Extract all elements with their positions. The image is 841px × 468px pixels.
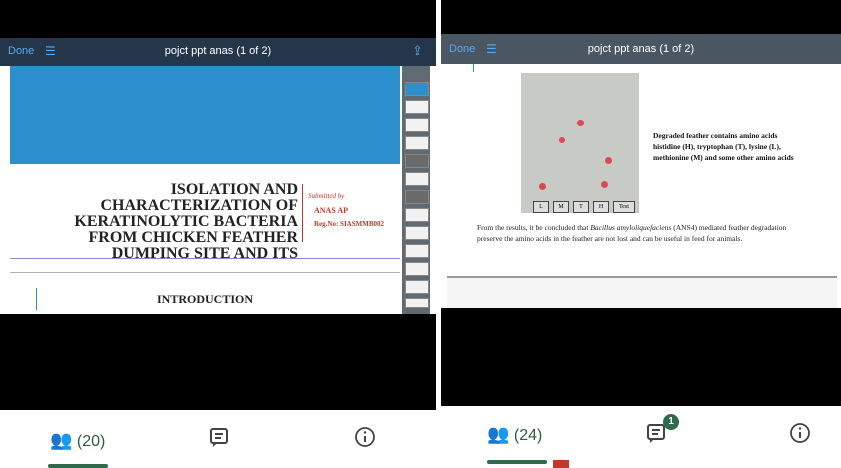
conclusion-text: From the results, it be concluded that B… [477,222,837,244]
slide-thumbnail[interactable] [405,136,429,150]
slide-separator [10,272,400,273]
result-caption: Degraded feather contains amino acids hi… [653,130,837,163]
caption-line: histidine (H), tryptophan (T), lysine (L… [653,142,781,151]
title-line: CHARACTERIZATION OF [100,197,299,214]
lane-label: T [573,201,589,213]
lane-label: Test [613,201,635,213]
slide-title: ISOLATION AND CHARACTERIZATION OF KERATI… [10,180,299,259]
status-area [0,0,436,38]
slide-thumbnail[interactable] [405,298,429,308]
lane-label: L [533,201,549,213]
panel-divider [436,0,441,468]
next-slide-preview [447,278,837,308]
participants-button[interactable]: 👥 (20) [50,430,105,451]
title-line: KERATINOLYTIC BACTERIA [74,213,298,230]
participants-count: (20) [76,433,106,450]
left-meeting-view: Done ☰ pojct ppt anas (1 of 2) ⇪ ISOLATI… [0,0,436,468]
document-title: pojct ppt anas (1 of 2) [587,43,695,55]
right-meeting-view: Done ☰ pojct ppt anas (1 of 2) L M T H T… [441,0,841,468]
submitted-by-label: Submitted by [308,192,345,200]
title-line: DUMPING SITE AND ITS [111,245,298,259]
status-area [441,0,841,34]
active-tab-indicator [487,460,547,464]
slide-thumbnail[interactable] [405,118,429,132]
lane-label: H [593,201,609,213]
slide-thumbnail[interactable] [405,190,429,204]
document-toolbar: Done ☰ pojct ppt anas (1 of 2) [441,34,841,64]
people-icon: 👥 [50,430,73,450]
people-icon: 👥 [487,424,510,444]
video-area [0,314,436,410]
bottom-nav: 👥 (20) [0,410,436,468]
title-line: ISOLATION AND [170,181,298,198]
share-icon[interactable]: ⇪ [412,43,423,59]
slide-thumbnail[interactable] [405,226,429,240]
slide-separator [10,258,400,259]
slide-view[interactable]: L M T H Test Degraded feather contains a… [447,64,837,308]
conclusion-start: From the results, it be concluded that [477,223,591,232]
conclusion-line: From the results, it be concluded that B… [477,222,837,233]
chat-icon[interactable] [208,426,230,453]
participants-button[interactable]: 👥 (24) [487,424,542,445]
next-slide-heading: INTRODUCTION [156,292,253,306]
info-icon[interactable] [354,426,376,453]
slide-view[interactable]: ISOLATION AND CHARACTERIZATION OF KERATI… [10,66,400,314]
cut-off-notification-icon [553,460,569,468]
title-divider [302,184,303,242]
slide-thumbnail[interactable] [405,280,429,294]
slide-thumbnail[interactable] [405,82,429,96]
slide-thumbnail[interactable] [405,244,429,258]
slide-thumbnail[interactable] [405,262,429,276]
video-area [441,308,841,406]
slide-thumbnail[interactable] [405,100,429,114]
conclusion-line: preserve the amino acids in the feather … [477,234,743,243]
amino-acid-spot [539,183,546,190]
chat-unread-badge: 1 [663,414,679,430]
amino-acid-spot [605,157,612,164]
tlc-plate-photo: L M T H Test [521,73,639,213]
caption-line: Degraded feather contains amino acids [653,131,778,140]
participants-count: (24) [513,427,543,444]
conclusion-end: (ANS4) mediated feather degradation [671,223,787,232]
amino-acid-spot [559,137,565,143]
active-tab-indicator [48,464,108,468]
slide-thumbnail-strip[interactable] [402,66,430,314]
lane-label: M [553,201,569,213]
amino-acid-spot [601,181,608,188]
document-title: pojct ppt anas (1 of 2) [164,45,272,57]
slide-thumbnail[interactable] [405,172,429,186]
cursor-line [473,64,474,72]
amino-acid-spot [577,120,584,126]
registration-number: Reg.No: SIASMMB002 [314,220,384,228]
info-icon[interactable] [789,422,811,449]
slide-header-band [10,66,400,164]
species-name: Bacillus amyloliquefaciens [590,223,672,232]
caption-line: methionine (M) and some other amino acid… [653,153,794,162]
document-toolbar: Done ☰ pojct ppt anas (1 of 2) ⇪ [0,38,436,66]
bottom-nav: 👥 (24) 1 [441,406,841,468]
title-line: FROM CHICKEN FEATHER [88,229,298,246]
author-name: ANAS AP [314,206,349,215]
slide-thumbnail[interactable] [405,208,429,222]
slide-thumbnail[interactable] [405,154,429,168]
